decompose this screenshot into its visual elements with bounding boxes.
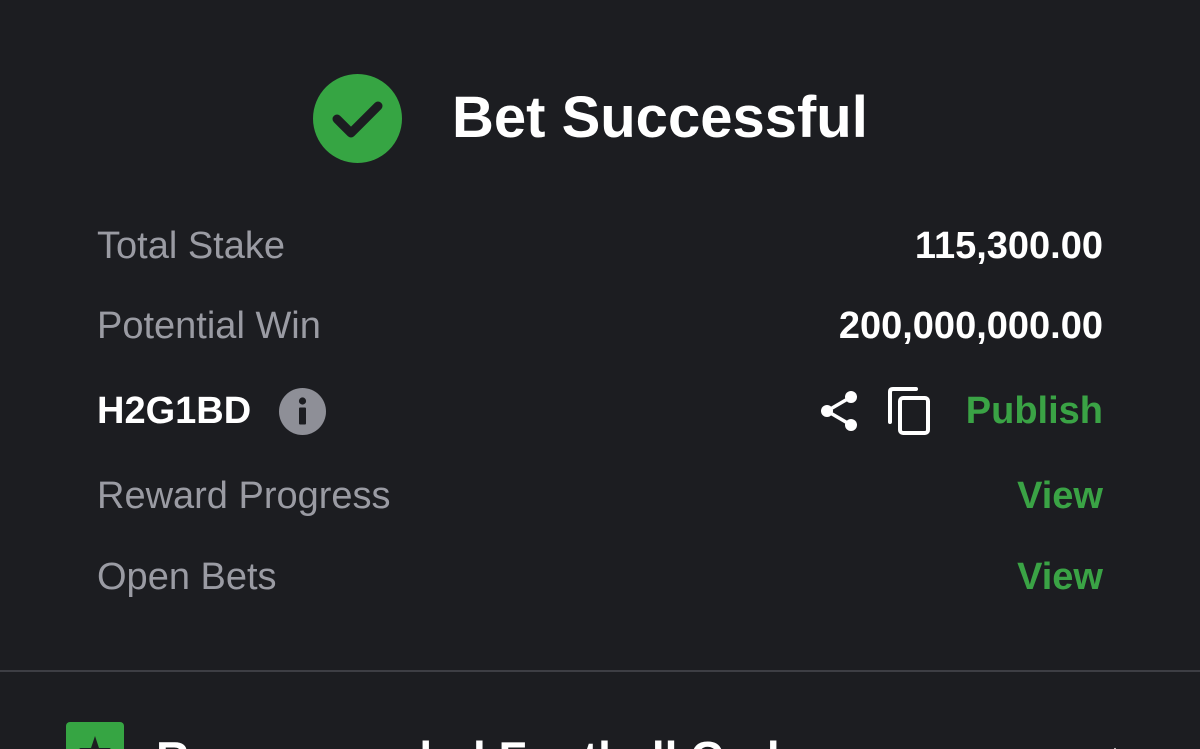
check-circle-icon (313, 74, 402, 163)
total-stake-row: Total Stake 115,300.00 (97, 216, 1103, 276)
open-bets-view-link[interactable]: View (1017, 547, 1103, 607)
page-title: Bet Successful (452, 85, 868, 150)
reward-progress-row: Reward Progress View (97, 466, 1103, 526)
booking-code[interactable]: H2G1BD (97, 381, 251, 441)
chevron-up-icon[interactable] (1100, 738, 1130, 749)
open-bets-label: Open Bets (97, 556, 277, 598)
total-stake-label: Total Stake (97, 225, 285, 267)
booking-code-row: H2G1BD Publish (97, 381, 1103, 441)
bet-success-header: Bet Successful (0, 72, 1200, 164)
reward-progress-label: Reward Progress (97, 475, 391, 517)
open-bets-row: Open Bets View (97, 547, 1103, 607)
potential-win-row: Potential Win 200,000,000.00 (97, 296, 1103, 356)
share-icon[interactable] (815, 387, 863, 435)
potential-win-label: Potential Win (97, 305, 321, 347)
info-icon[interactable] (279, 388, 326, 435)
publish-button[interactable]: Publish (966, 381, 1103, 441)
recommended-codes-title: Recommended Football Codes (156, 730, 831, 749)
star-icon (66, 722, 124, 749)
recommended-codes-section[interactable]: Recommended Football Codes (0, 672, 1200, 749)
total-stake-value: 115,300.00 (914, 225, 1103, 267)
potential-win-value: 200,000,000.00 (838, 305, 1103, 347)
copy-icon[interactable] (886, 386, 934, 436)
reward-progress-view-link[interactable]: View (1017, 466, 1103, 526)
